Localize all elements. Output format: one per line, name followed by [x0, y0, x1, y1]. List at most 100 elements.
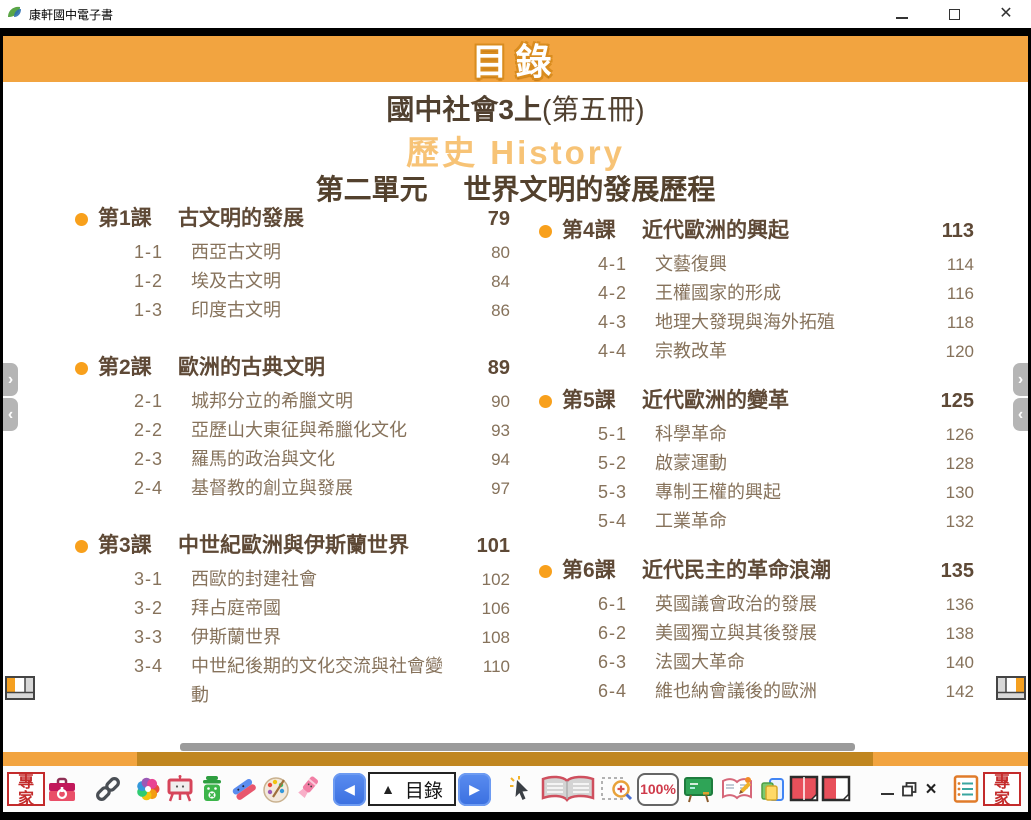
toc-sub-entry[interactable]: 4-3地理大發現與海外拓殖118 [524, 308, 974, 337]
cursor-select-icon[interactable] [507, 770, 537, 808]
window-maximize-icon[interactable] [943, 3, 965, 25]
toolbar-minimize-icon[interactable] [877, 770, 897, 808]
toc-sub-entry[interactable]: 6-1英國議會政治的發展136 [524, 590, 974, 619]
toc-lesson-header[interactable]: 第1課古文明的發展79 [60, 204, 510, 234]
prev-page-button[interactable]: ◀ [333, 773, 366, 806]
toc-sub-entry[interactable]: 1-1西亞古文明80 [60, 238, 510, 267]
highlighter-icon[interactable] [293, 770, 323, 808]
toc-sub-entry[interactable]: 1-3印度古文明86 [60, 296, 510, 325]
color-pinwheel-icon[interactable] [133, 770, 163, 808]
recycle-bin-icon[interactable] [197, 770, 227, 808]
ebook-page: 目錄 國中社會3上(第五冊) 歷史 History 第二單元 世界文明的發展歷程… [3, 36, 1028, 752]
page-progress-track [137, 752, 873, 766]
zoom-region-icon[interactable] [599, 770, 635, 808]
bullet-icon [75, 213, 88, 226]
link-icon[interactable] [93, 770, 123, 808]
window-title: 康軒國中電子書 [29, 6, 113, 23]
bottom-toolbar: 專家 [3, 766, 1028, 812]
chalkboard-icon[interactable] [681, 770, 717, 808]
sub-entry-number: 5-2 [598, 449, 655, 478]
toc-sub-entry[interactable]: 4-4宗教改革120 [524, 337, 974, 366]
toc-sub-entry[interactable]: 2-3羅馬的政治與文化94 [60, 445, 510, 474]
toolbar-close-icon[interactable]: × [921, 770, 941, 808]
page-progress-bar[interactable] [3, 752, 1028, 766]
sub-entry-number: 4-3 [598, 308, 655, 337]
toc-column-right: 第4課近代歐洲的興起113 4-1文藝復興1144-2王權國家的形成1164-3地… [524, 216, 974, 726]
toc-lesson-header[interactable]: 第5課近代歐洲的變革125 [524, 386, 974, 416]
subject-title: 歷史 History [3, 126, 1028, 174]
eraser-icon[interactable] [229, 770, 259, 808]
single-page-view-icon[interactable] [821, 770, 851, 808]
sub-entry-page-number: 110 [458, 652, 510, 681]
annotation-book-icon[interactable] [719, 770, 755, 808]
expert-mode-button-left[interactable]: 專家 [7, 772, 45, 806]
toc-sub-entry[interactable]: 2-1城邦分立的希臘文明90 [60, 387, 510, 416]
sub-entry-number: 2-2 [134, 416, 191, 445]
window-close-icon[interactable]: ✕ [995, 3, 1017, 25]
palette-icon[interactable] [261, 770, 291, 808]
lesson-title: 歐洲的古典文明 [178, 353, 458, 383]
sub-entry-page-number: 138 [922, 619, 974, 648]
toc-sub-entry[interactable]: 3-3伊斯蘭世界108 [60, 623, 510, 652]
toc-sub-entry[interactable]: 3-2拜占庭帝國106 [60, 594, 510, 623]
toc-lesson: 第1課古文明的發展79 1-1西亞古文明801-2埃及古文明841-3印度古文明8… [60, 204, 510, 325]
sub-entry-title: 美國獨立與其後發展 [655, 619, 922, 648]
left-edge-next-button[interactable]: › [3, 363, 18, 396]
open-book-spread-icon[interactable] [539, 770, 597, 808]
page-flip-corner-left-icon[interactable] [5, 676, 35, 705]
toc-sub-entry[interactable]: 5-2啟蒙運動128 [524, 449, 974, 478]
sub-entry-number: 3-2 [134, 594, 191, 623]
toc-sub-entry[interactable]: 2-4基督教的創立與發展97 [60, 474, 510, 503]
sub-entry-number: 1-3 [134, 296, 191, 325]
easel-whiteboard-icon[interactable] [165, 770, 195, 808]
toc-sub-entry[interactable]: 3-4中世紀後期的文化交流與社會變動110 [60, 652, 510, 710]
lesson-list-icon[interactable] [951, 770, 981, 808]
two-page-view-icon[interactable] [789, 770, 819, 808]
toc-lesson-header[interactable]: 第3課中世紀歐洲與伊斯蘭世界101 [60, 531, 510, 561]
sub-entry-page-number: 80 [458, 238, 510, 267]
sub-entry-number: 2-3 [134, 445, 191, 474]
toc-lesson-header[interactable]: 第4課近代歐洲的興起113 [524, 216, 974, 246]
toolbox-icon[interactable] [47, 770, 77, 808]
sub-entry-page-number: 116 [922, 279, 974, 308]
next-page-button[interactable]: ▶ [458, 773, 491, 806]
window-minimize-icon[interactable] [891, 3, 913, 25]
toc-sub-entry[interactable]: 5-1科學革命126 [524, 420, 974, 449]
mobile-sync-icon[interactable] [757, 770, 787, 808]
toc-sub-entry[interactable]: 2-2亞歷山大東征與希臘化文化93 [60, 416, 510, 445]
sub-entry-number: 4-4 [598, 337, 655, 366]
toc-sub-entry[interactable]: 6-4維也納會議後的歐洲142 [524, 677, 974, 706]
sub-entry-page-number: 126 [922, 420, 974, 449]
sub-entry-title: 工業革命 [655, 507, 922, 536]
toc-sub-entry[interactable]: 6-2美國獨立與其後發展138 [524, 619, 974, 648]
right-edge-next-button[interactable]: › [1013, 363, 1028, 396]
left-edge-prev-button[interactable]: ‹ [3, 398, 18, 431]
sub-entry-number: 6-2 [598, 619, 655, 648]
toc-sub-entry[interactable]: 5-3專制王權的興起130 [524, 478, 974, 507]
toc-lesson-header[interactable]: 第2課歐洲的古典文明89 [60, 353, 510, 383]
sub-entry-title: 專制王權的興起 [655, 478, 922, 507]
toc-sub-entry[interactable]: 6-3法國大革命140 [524, 648, 974, 677]
page-indicator-dropdown[interactable]: ▲ 目錄 [368, 772, 456, 806]
toc-sub-entry[interactable]: 4-1文藝復興114 [524, 250, 974, 279]
toc-lesson-header[interactable]: 第6課近代民主的革命浪潮135 [524, 556, 974, 586]
app-logo-icon [6, 4, 22, 25]
toolbar-restore-icon[interactable] [899, 770, 919, 808]
sub-entry-page-number: 114 [922, 250, 974, 279]
lesson-page-number: 125 [922, 386, 974, 416]
lesson-page-number: 89 [458, 353, 510, 383]
toc-sub-entry[interactable]: 3-1西歐的封建社會102 [60, 565, 510, 594]
toc-sub-entry[interactable]: 1-2埃及古文明84 [60, 267, 510, 296]
expert-mode-button-right[interactable]: 專家 [983, 772, 1021, 806]
lesson-title: 近代歐洲的變革 [642, 386, 922, 416]
page-flip-corner-right-icon[interactable] [996, 676, 1026, 705]
toc-sub-entry[interactable]: 4-2王權國家的形成116 [524, 279, 974, 308]
sub-entry-title: 中世紀後期的文化交流與社會變動 [191, 652, 458, 710]
toc-sub-entry[interactable]: 5-4工業革命132 [524, 507, 974, 536]
zoom-level-button[interactable]: 100% [637, 773, 679, 806]
sub-entry-title: 羅馬的政治與文化 [191, 445, 458, 474]
sub-entry-number: 2-4 [134, 474, 191, 503]
bullet-icon [539, 225, 552, 238]
horizontal-scrollbar-thumb[interactable] [180, 743, 855, 751]
right-edge-prev-button[interactable]: ‹ [1013, 398, 1028, 431]
